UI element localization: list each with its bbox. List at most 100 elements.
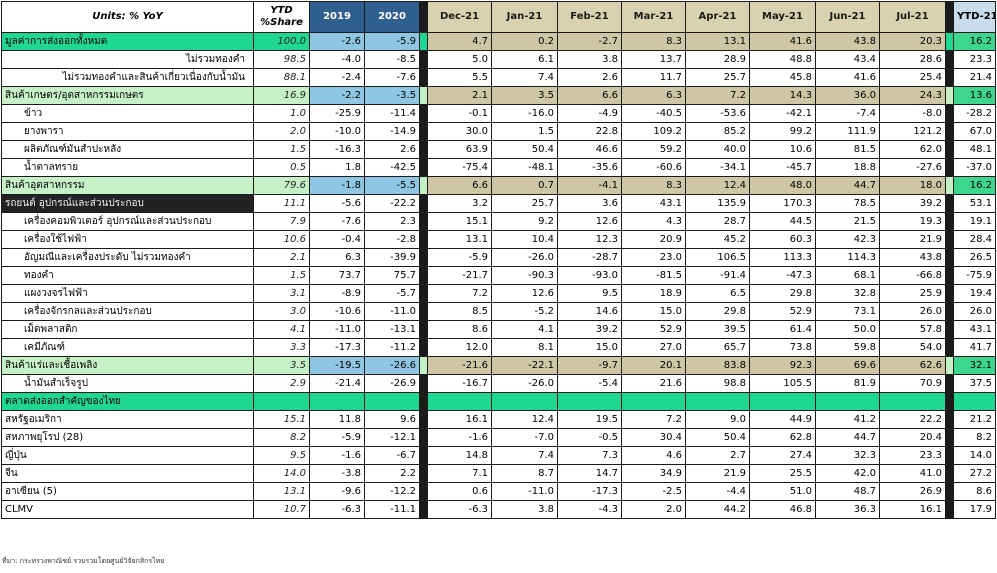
column-gap — [945, 104, 954, 123]
month-value-cell: 39.5 — [685, 320, 750, 339]
column-gap — [419, 302, 428, 321]
month-value-cell: 7.4 — [491, 446, 558, 465]
year-value-cell — [309, 392, 365, 411]
month-value-cell: 9.0 — [685, 410, 750, 429]
row-label: ทองคำ — [1, 266, 254, 285]
table-row: ไม่รวมทองคำและสินค้าเกี่ยวเนื่องกับน้ำมั… — [1, 68, 996, 87]
column-gap — [419, 32, 428, 51]
table-row: ไม่รวมทองคำ 98.5 -4.0 -8.5 5.0 6.1 3.8 13.7 28.9… — [1, 50, 996, 69]
row-label: ตลาดส่งออกสำคัญของไทย — [1, 392, 254, 411]
column-gap — [945, 428, 954, 447]
column-gap — [945, 500, 954, 519]
table-row: CLMV 10.7 -6.3 -11.1 -6.3 3.8 -4.3 2.0 44.2 46.8 3… — [1, 500, 996, 519]
row-label: สินค้าเกษตร/อุตสาหกรรมเกษตร — [1, 86, 254, 105]
ytd-value-cell: 8.6 — [953, 482, 996, 501]
share-cell: 79.6 — [253, 176, 310, 195]
month-value-cell: 10.6 — [749, 140, 816, 159]
month-value-cell: 0.2 — [491, 32, 558, 51]
month-value-cell: -11.0 — [491, 482, 558, 501]
month-value-cell: 45.8 — [749, 68, 816, 87]
month-value-cell: 14.3 — [749, 86, 816, 105]
column-gap — [945, 122, 954, 141]
month-value-cell: 113.3 — [749, 248, 816, 267]
table-row: อัญมณีและเครื่องประดับ ไม่รวมทองคำ 2.1 6.3… — [1, 248, 996, 267]
month-value-cell: 26.0 — [879, 302, 946, 321]
table-row: ญี่ปุ่น 9.5 -1.6 -6.7 14.8 7.4 7.3 4.6 2.7 27.4 32… — [1, 446, 996, 465]
ytd-value-cell: 23.3 — [953, 50, 996, 69]
ytd-value-cell: 41.7 — [953, 338, 996, 357]
table-row: ข้าว 1.0 -25.9 -11.4 -0.1 -16.0 -4.9 -40.5 -53.6… — [1, 104, 996, 123]
column-gap — [945, 32, 954, 51]
month-value-cell: -16.0 — [491, 104, 558, 123]
month-value-cell: 59.8 — [815, 338, 880, 357]
row-label: CLMV — [1, 500, 254, 519]
column-gap — [419, 320, 428, 339]
month-value-cell: 12.4 — [491, 410, 558, 429]
month-value-cell: 14.7 — [557, 464, 622, 483]
month-value-cell: 48.7 — [815, 482, 880, 501]
table-row: มูลค่าการส่งออกทั้งหมด 100.0 -2.6 -5.9 4.7 0.… — [1, 32, 996, 51]
row-label: อัญมณีและเครื่องประดับ ไม่รวมทองคำ — [1, 248, 254, 267]
month-value-cell: 12.0 — [427, 338, 492, 357]
share-cell: 4.1 — [253, 320, 310, 339]
column-gap — [419, 410, 428, 429]
month-value-cell: 4.1 — [491, 320, 558, 339]
month-value-cell: 5.5 — [427, 68, 492, 87]
ytd-value-cell: 14.0 — [953, 446, 996, 465]
export-growth-table: Units: % YoY YTD %Share 2019 2020 Dec-21… — [1, 1, 996, 519]
share-cell: 3.3 — [253, 338, 310, 357]
column-gap — [419, 68, 428, 87]
column-gap — [945, 302, 954, 321]
month-value-cell: 7.2 — [685, 86, 750, 105]
month-value-cell: 57.8 — [879, 320, 946, 339]
column-gap — [945, 464, 954, 483]
year-value-cell: -3.5 — [364, 86, 420, 105]
month-header: Dec-21 — [427, 1, 492, 33]
table-row: สหรัฐอเมริกา 15.1 11.8 9.6 16.1 12.4 19.5 7.2 9.… — [1, 410, 996, 429]
year-value-cell: -26.6 — [364, 356, 420, 375]
month-value-cell: 39.2 — [557, 320, 622, 339]
month-value-cell: 8.3 — [621, 32, 686, 51]
column-gap — [419, 392, 428, 411]
share-cell: 10.7 — [253, 500, 310, 519]
share-cell: 13.1 — [253, 482, 310, 501]
month-value-cell: 19.5 — [557, 410, 622, 429]
share-cell: 100.0 — [253, 32, 310, 51]
month-value-cell: 14.6 — [557, 302, 622, 321]
month-value-cell: 73.1 — [815, 302, 880, 321]
share-cell: 0.5 — [253, 158, 310, 177]
ytd-value-cell: 16.2 — [953, 176, 996, 195]
month-value-cell: -91.4 — [685, 266, 750, 285]
month-value-cell: -4.4 — [685, 482, 750, 501]
month-value-cell: 13.1 — [685, 32, 750, 51]
ytd-value-cell: 27.2 — [953, 464, 996, 483]
month-value-cell: 6.6 — [557, 86, 622, 105]
month-value-cell: -0.1 — [427, 104, 492, 123]
month-value-cell: 6.6 — [427, 176, 492, 195]
year-value-cell: 2.3 — [364, 212, 420, 231]
table-row: ยางพารา 2.0 -10.0 -14.9 30.0 1.5 22.8 109.2 85.2… — [1, 122, 996, 141]
month-value-cell: 8.7 — [491, 464, 558, 483]
month-header: Apr-21 — [685, 1, 750, 33]
column-gap — [419, 158, 428, 177]
month-value-cell: 41.2 — [815, 410, 880, 429]
month-value-cell: 36.0 — [815, 86, 880, 105]
column-gap — [945, 212, 954, 231]
month-value-cell: 42.3 — [815, 230, 880, 249]
column-gap — [945, 176, 954, 195]
column-gap — [945, 338, 954, 357]
year-value-cell: -6.3 — [309, 500, 365, 519]
share-cell: 1.0 — [253, 104, 310, 123]
month-value-cell: 25.7 — [685, 68, 750, 87]
table-row: รถยนต์ อุปกรณ์และส่วนประกอบ 11.1 -5.6 -22.2… — [1, 194, 996, 213]
year-value-cell: -2.8 — [364, 230, 420, 249]
column-gap — [945, 1, 954, 33]
month-value-cell: 48.8 — [749, 50, 816, 69]
column-gap — [419, 500, 428, 519]
column-gap — [945, 68, 954, 87]
month-value-cell: 83.8 — [685, 356, 750, 375]
month-value-cell: -5.2 — [491, 302, 558, 321]
year-header-2019: 2019 — [309, 1, 365, 33]
month-value-cell — [427, 392, 492, 411]
month-value-cell: 52.9 — [621, 320, 686, 339]
